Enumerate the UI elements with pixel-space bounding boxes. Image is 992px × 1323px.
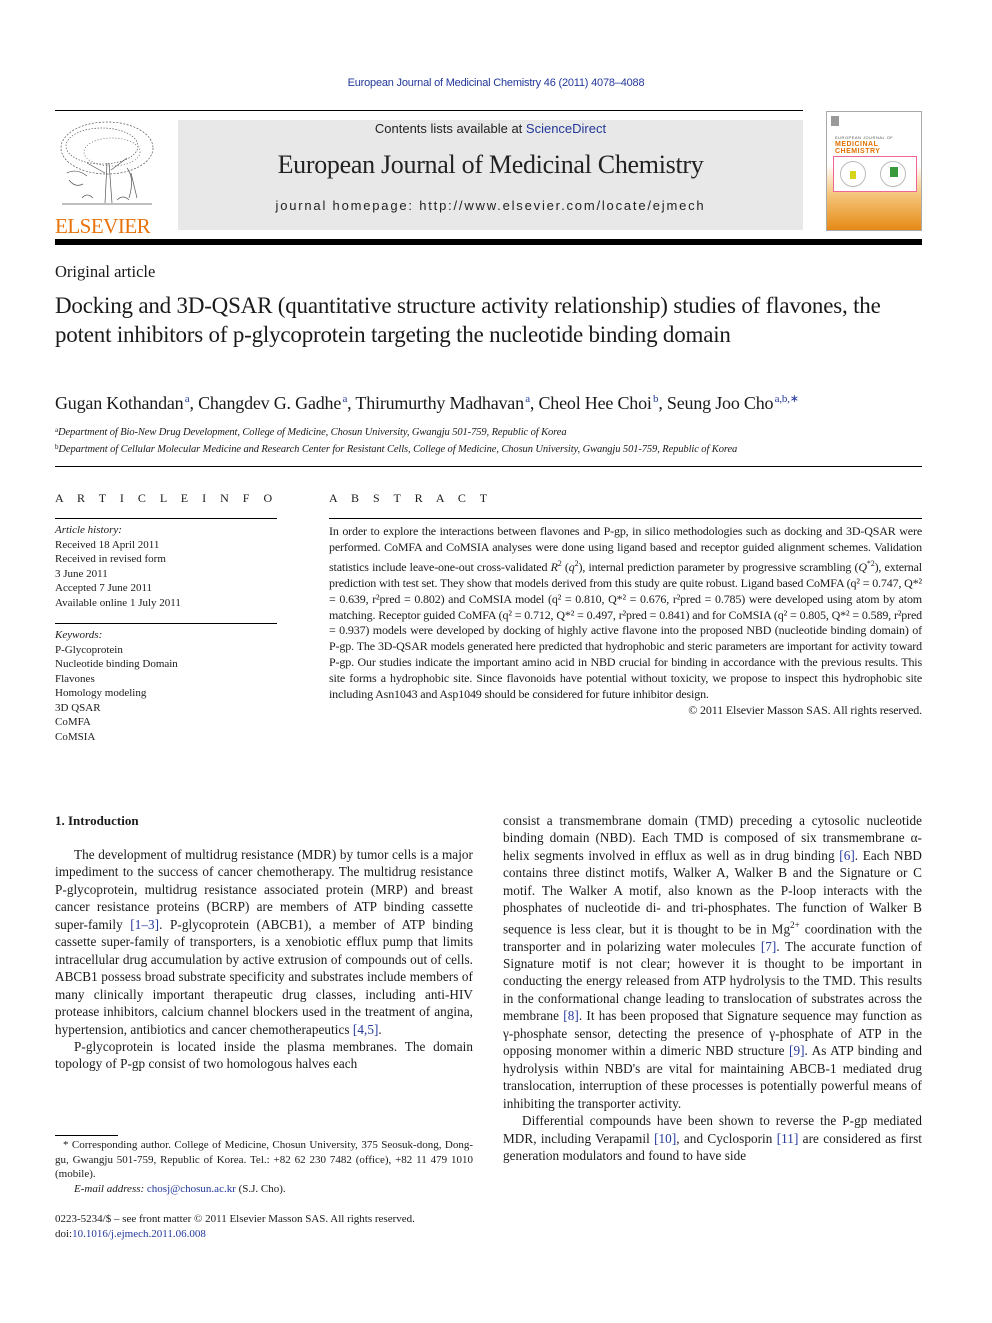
doi-link[interactable]: 10.1016/j.ejmech.2011.06.008 (72, 1228, 206, 1240)
introduction-heading: 1. Introduction (55, 813, 139, 828)
abstract-text: In order to explore the interactions bet… (329, 524, 922, 702)
keyword: Nucleotide binding Domain (55, 658, 178, 670)
keyword: P-Glycoprotein (55, 643, 123, 656)
article-type: Original article (55, 262, 156, 281)
reference-link[interactable]: [10] (654, 1131, 676, 1146)
reference-link[interactable]: [11] (777, 1131, 799, 1146)
affiliation: aDepartment of Bio-New Drug Development,… (55, 426, 567, 438)
elsevier-wordmark: ELSEVIER (55, 214, 151, 238)
history-item: Available online 1 July 2011 (55, 596, 181, 609)
keyword: 3D QSAR (55, 701, 101, 714)
journal-homepage-link[interactable]: journal homepage: http://www.elsevier.co… (178, 198, 803, 213)
affiliation: bDepartment of Cellular Molecular Medici… (55, 443, 738, 455)
reference-link[interactable]: [6] (839, 848, 855, 863)
author[interactable]: Seung Joo Cho (667, 393, 774, 413)
reference-link[interactable]: [9] (789, 1043, 805, 1058)
journal-title: European Journal of Medicinal Chemistry (277, 150, 704, 179)
reference-link[interactable]: [4,5] (353, 1022, 379, 1037)
author-affiliation-ref[interactable]: b (653, 393, 659, 405)
abstract-copyright: © 2011 Elsevier Masson SAS. All rights r… (688, 702, 922, 717)
corresponding-author-footnote: * Corresponding author. College of Medic… (55, 1138, 473, 1196)
cover-title: EUROPEAN JOURNAL OF MEDICINAL CHEMISTRY (835, 135, 894, 155)
history-item: Received 18 April 2011 (55, 538, 160, 551)
doi-line: doi:10.1016/j.ejmech.2011.06.008 (55, 1227, 206, 1240)
cover-figure (833, 156, 917, 192)
paragraph: Differential compounds have been shown t… (503, 1113, 923, 1163)
keyword: CoMSIA (55, 730, 96, 743)
keywords-rule (55, 623, 277, 624)
journal-banner: Contents lists available at ScienceDirec… (178, 120, 803, 230)
body-column-right: consist a transmembrane domain (TMD) pre… (503, 812, 922, 1164)
email-line: E-mail address: chosj@chosun.ac.kr (S.J.… (74, 1182, 286, 1195)
reference-link[interactable]: [8] (563, 1008, 579, 1023)
elsevier-logo[interactable]: ELSEVIER (55, 118, 158, 238)
header-rule (55, 110, 803, 111)
header-thick-rule (55, 239, 922, 245)
author[interactable]: Gugan Kothandan (55, 393, 184, 413)
article-history: Article history: Received 18 April 2011 … (55, 523, 181, 610)
author-affiliation-ref[interactable]: a (342, 393, 347, 405)
keyword: Homology modeling (55, 687, 147, 699)
history-label: Article history: (55, 524, 122, 536)
author[interactable]: Thirumurthy Madhavan (355, 393, 524, 413)
footnote-rule (55, 1135, 118, 1136)
paragraph: consist a transmembrane domain (TMD) pre… (503, 813, 922, 1111)
author-affiliation-ref[interactable]: a,b,∗ (775, 393, 799, 405)
reference-link[interactable]: [1–3] (130, 917, 159, 932)
reference-link[interactable]: [7] (761, 939, 777, 954)
author[interactable]: Cheol Hee Choi (539, 393, 652, 413)
article-info-heading: A R T I C L E I N F O (55, 491, 278, 505)
keywords: Keywords: P-Glycoprotein Nucleotide bind… (55, 628, 178, 744)
email-link[interactable]: chosj@chosun.ac.kr (147, 1183, 236, 1195)
elsevier-tree-icon (60, 121, 154, 205)
section-rule (55, 466, 922, 467)
author-affiliation-ref[interactable]: a (525, 393, 530, 405)
journal-cover-image[interactable]: EUROPEAN JOURNAL OF MEDICINAL CHEMISTRY (826, 111, 922, 231)
history-item: Received in revised form (55, 553, 166, 565)
author[interactable]: Changdev G. Gadhe (198, 393, 341, 413)
sciencedirect-link[interactable]: ScienceDirect (526, 121, 606, 136)
corresponding-author-text: * Corresponding author. College of Medic… (55, 1139, 473, 1180)
abstract-heading: A B S T R A C T (329, 491, 493, 505)
contents-line: Contents lists available at ScienceDirec… (374, 121, 607, 136)
affiliations: aDepartment of Bio-New Drug Development,… (55, 423, 737, 457)
cover-publisher-icon (831, 116, 839, 126)
keywords-label: Keywords: (55, 629, 103, 641)
front-matter-text: 0223-5234/$ – see front matter © 2011 El… (55, 1213, 415, 1225)
paragraph: P-glycoprotein is located inside the pla… (55, 1038, 473, 1072)
keyword: Flavones (55, 672, 95, 685)
journal-citation-link[interactable]: European Journal of Medicinal Chemistry … (0, 77, 992, 89)
author-list: Gugan Kothandan a, Changdev G. Gadhe a, … (55, 393, 799, 413)
article-title: Docking and 3D-QSAR (quantitative struct… (55, 293, 881, 347)
paragraph: The development of multidrug resistance … (55, 847, 473, 1037)
body-column-left: The development of multidrug resistance … (55, 846, 473, 1073)
keyword: CoMFA (55, 716, 91, 728)
front-matter: 0223-5234/$ – see front matter © 2011 El… (55, 1212, 475, 1241)
history-item: Accepted 7 June 2011 (55, 582, 153, 594)
author-affiliation-ref[interactable]: a (185, 393, 190, 405)
abstract-body: In order to explore the interactions bet… (329, 524, 922, 719)
article-info-rule (55, 518, 277, 519)
history-item: 3 June 2011 (55, 567, 108, 580)
abstract-rule (329, 518, 922, 519)
